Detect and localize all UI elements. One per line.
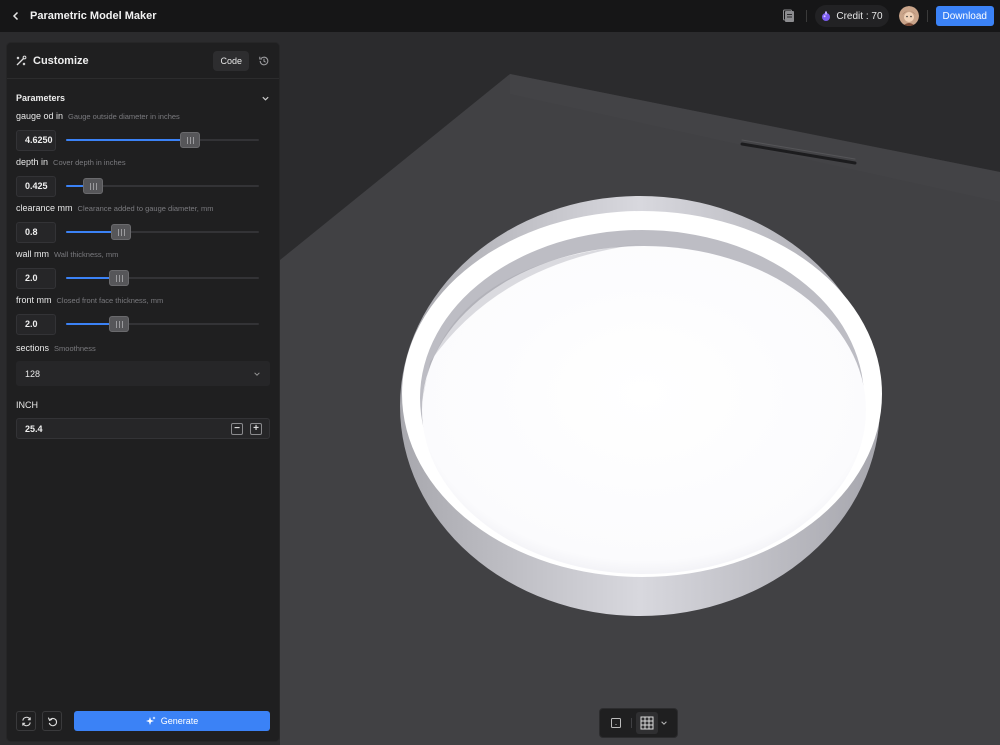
chevron-left-icon [12, 11, 19, 21]
param-slider[interactable] [66, 175, 259, 197]
minus-icon: − [234, 422, 240, 434]
generate-label: Generate [160, 716, 199, 726]
inch-label: INCH [16, 400, 38, 410]
slider-fill [66, 139, 190, 141]
param-description: Closed front face thickness, mm [56, 296, 164, 305]
parameters-label: Parameters [16, 93, 66, 103]
panel-header: Customize Code [7, 43, 279, 79]
param-slider[interactable] [66, 267, 259, 289]
refresh-button[interactable] [16, 711, 36, 731]
param-description: Smoothness [54, 344, 96, 353]
chevron-down-icon [262, 96, 269, 101]
divider [806, 10, 808, 22]
grid-options-dropdown[interactable] [658, 712, 670, 734]
customize-icon [16, 55, 27, 65]
credit-badge[interactable]: Credit : 70 [815, 5, 889, 27]
param-name: gauge od in [16, 111, 64, 121]
param-3: wall mm Wall thickness, mm 2.0 [7, 249, 279, 289]
code-button[interactable]: Code [213, 50, 249, 71]
param-description: Cover depth in inches [53, 158, 126, 167]
undo-icon [47, 716, 57, 726]
history-button[interactable] [257, 54, 271, 68]
slider-thumb[interactable] [109, 270, 129, 286]
param-2: clearance mm Clearance added to gauge dia… [7, 203, 279, 243]
param-sections: sections Smoothness [7, 343, 279, 355]
history-icon [259, 56, 269, 65]
panel-title: Customize [33, 54, 89, 67]
param-slider[interactable] [66, 129, 259, 151]
view-mode-button[interactable] [605, 712, 627, 734]
sparkle-icon [145, 716, 156, 725]
grid-toggle-button[interactable] [636, 712, 658, 734]
plus-icon: + [253, 422, 259, 434]
slider-thumb[interactable] [83, 178, 103, 194]
param-name: clearance mm [16, 203, 73, 213]
param-value-input[interactable]: 2.0 [16, 313, 56, 335]
top-bar: Parametric Model Maker Credit : 70 Downl… [0, 0, 1000, 32]
refresh-icon [21, 716, 31, 726]
increment-button[interactable]: + [250, 422, 262, 435]
parameters-section-header[interactable]: Parameters [7, 91, 279, 105]
avatar[interactable] [898, 6, 919, 26]
chevron-down-icon [254, 371, 260, 376]
param-4: front mm Closed front face thickness, mm 2… [7, 295, 279, 335]
square-icon [611, 718, 621, 728]
documents-icon[interactable] [780, 7, 798, 25]
param-name: depth in [16, 157, 49, 167]
param-description: Gauge outside diameter in inches [68, 112, 180, 121]
param-name: front mm [16, 295, 52, 305]
param-value-input[interactable]: 4.6250 [16, 129, 56, 151]
param-name: sections [16, 343, 50, 353]
inch-value[interactable]: 25.4 [25, 424, 231, 434]
customize-panel: Customize Code Parameters gauge od in Gau… [6, 42, 280, 742]
decrement-button[interactable]: − [231, 422, 243, 435]
download-button[interactable]: Download [935, 6, 994, 26]
param-value-input[interactable]: 0.8 [16, 221, 56, 243]
chevron-down-icon [661, 721, 667, 725]
panel-footer: Generate [16, 711, 270, 731]
undo-button[interactable] [42, 711, 62, 731]
potion-icon [822, 11, 831, 21]
generate-button[interactable]: Generate [74, 711, 270, 731]
param-description: Wall thickness, mm [54, 250, 119, 259]
viewport-toolbar [599, 708, 678, 738]
param-slider[interactable] [66, 313, 259, 335]
app-title: Parametric Model Maker [30, 10, 157, 22]
param-value-input[interactable]: 2.0 [16, 267, 56, 289]
slider-thumb[interactable] [111, 224, 131, 240]
sections-value: 128 [25, 368, 41, 379]
param-name: wall mm [16, 249, 49, 259]
param-description: Clearance added to gauge diameter, mm [77, 204, 214, 213]
slider-thumb[interactable] [109, 316, 129, 332]
param-value-input[interactable]: 0.425 [16, 175, 56, 197]
param-1: depth in Cover depth in inches 0.425 [7, 157, 279, 197]
param-slider[interactable] [66, 221, 259, 243]
back-button[interactable] [2, 0, 30, 32]
inch-stepper[interactable]: 25.4 − + [16, 418, 270, 439]
divider [631, 718, 632, 728]
credit-label: Credit : 70 [836, 10, 883, 22]
divider [926, 10, 928, 22]
slider-thumb[interactable] [180, 132, 200, 148]
grid-icon [640, 716, 654, 730]
sections-select[interactable]: 128 [16, 361, 270, 386]
param-0: gauge od in Gauge outside diameter in inc… [7, 111, 279, 151]
